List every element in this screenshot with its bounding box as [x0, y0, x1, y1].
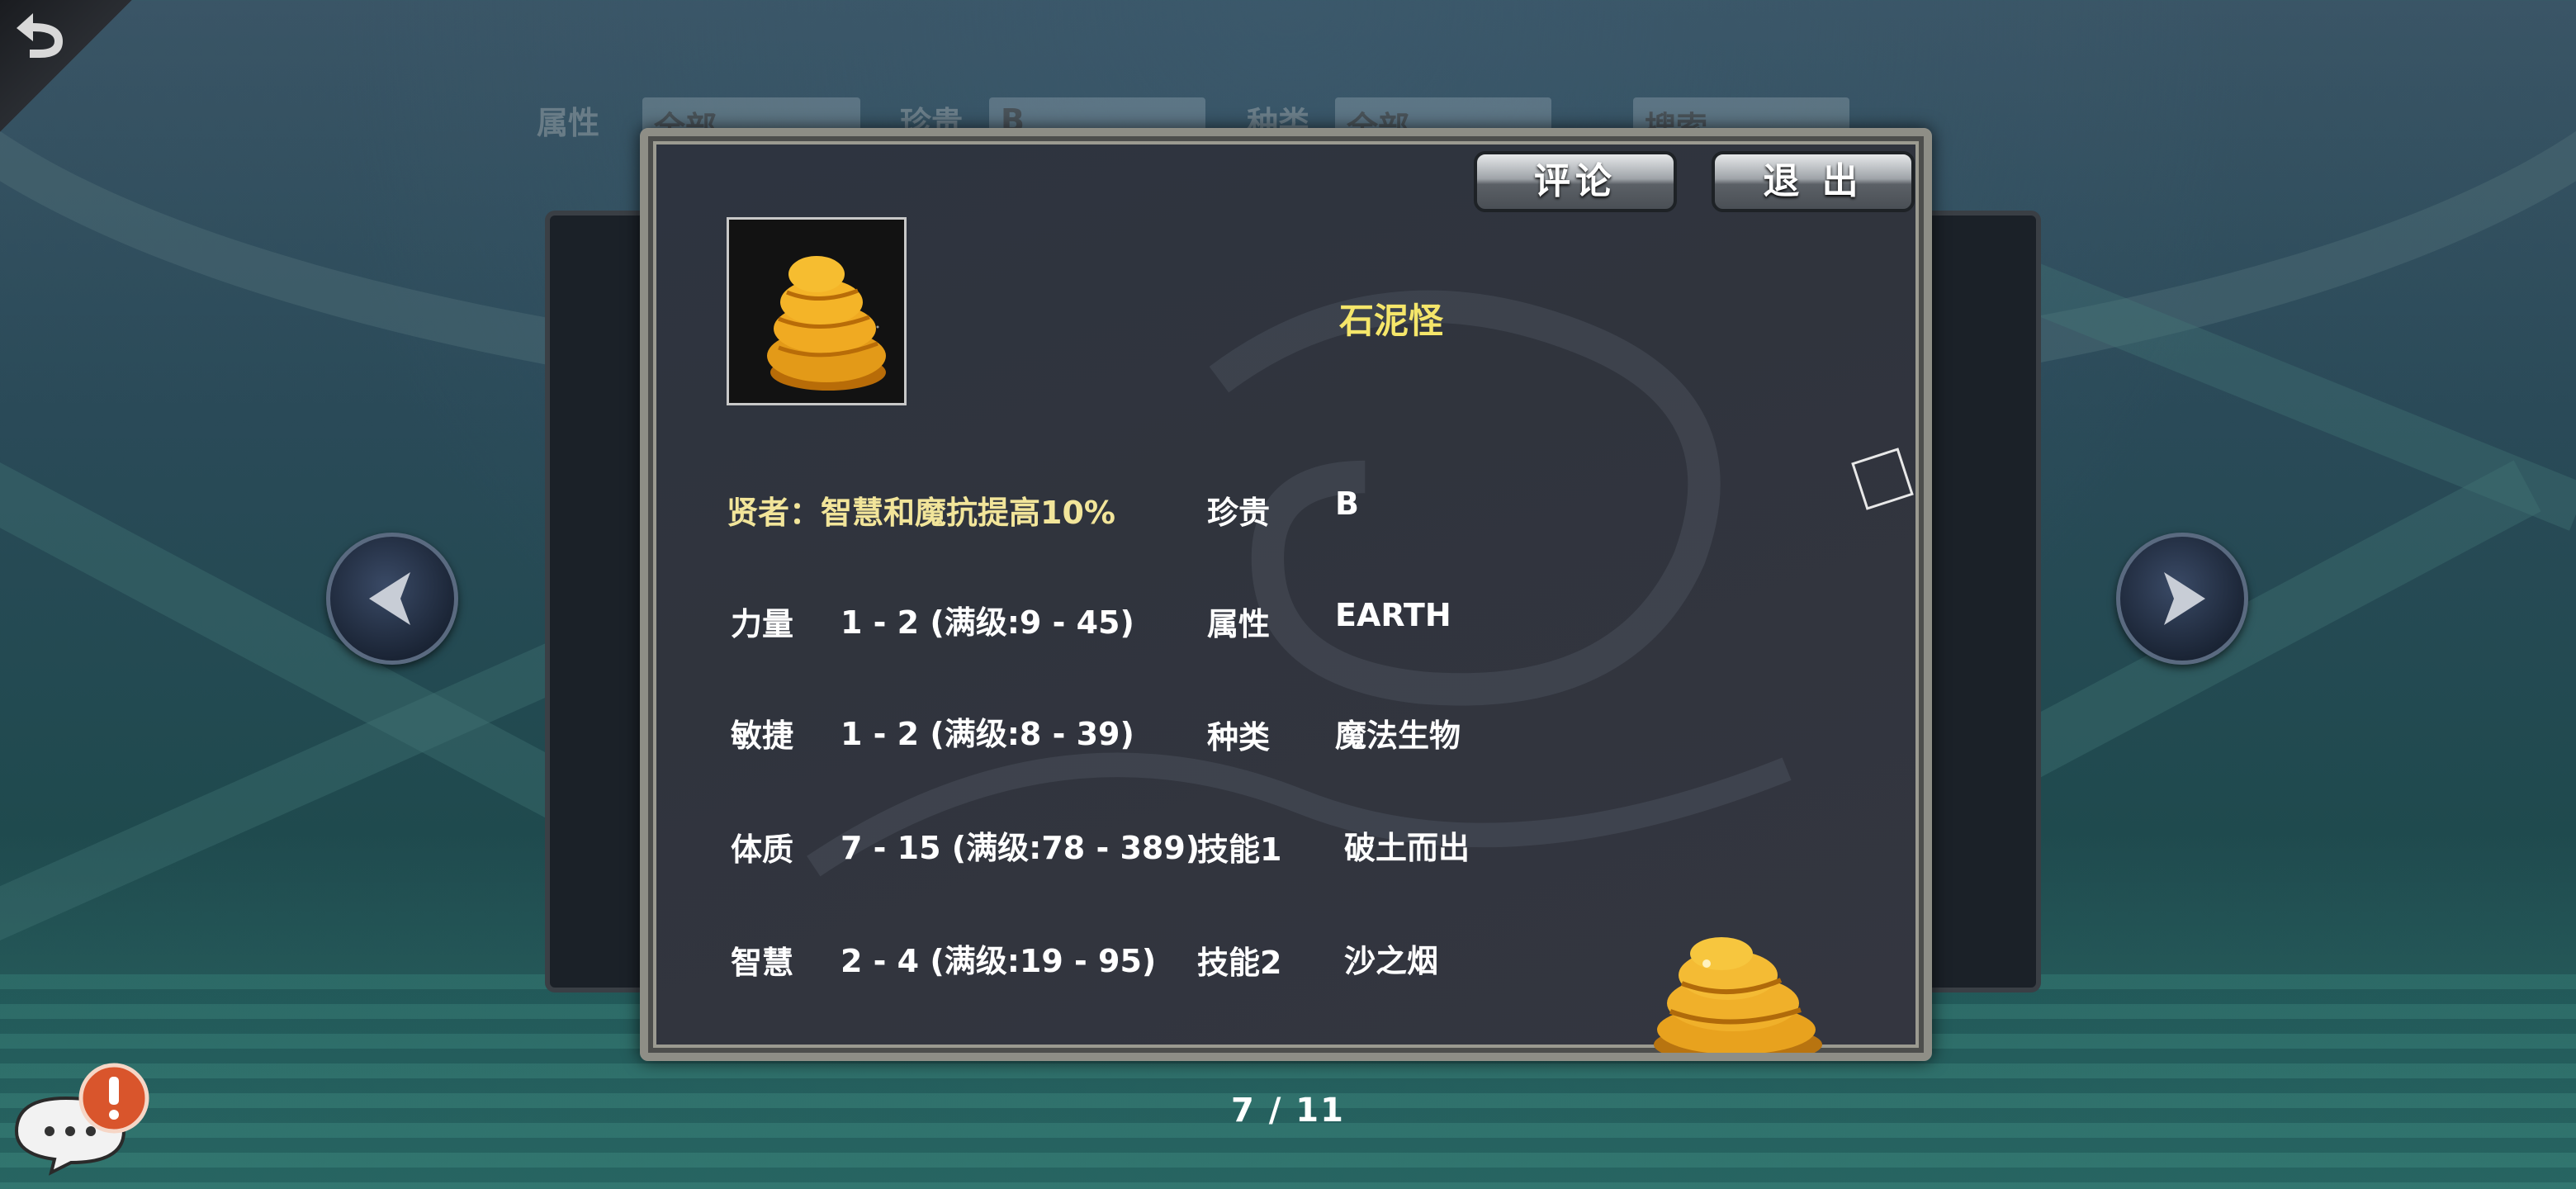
back-button[interactable] [0, 0, 132, 132]
info-value-attribute: EARTH [1335, 597, 1451, 633]
monster-trait: 贤者：智慧和魔抗提高10% [727, 495, 1115, 531]
stat-label-wisdom: 智慧 [731, 945, 794, 981]
stat-value-strength: 1 - 2 (满级:9 - 45) [841, 604, 1134, 641]
chat-bubble-icon [14, 1063, 149, 1176]
stat-value-constitution: 7 - 15 (满级:78 - 389) [841, 830, 1200, 866]
stat-label-constitution: 体质 [731, 831, 794, 868]
stat-label-strength: 力量 [731, 606, 794, 642]
stat-value-wisdom: 2 - 4 (满级:19 - 95) [841, 943, 1157, 979]
monster-detail-dialog: 评论 退 出 石泥怪 贤者：智慧和魔抗提高10% 力量 1 - 2 (满级:9 … [640, 128, 1932, 1061]
info-label-rarity: 珍贵 [1207, 495, 1271, 531]
monster-model [1654, 937, 1822, 1053]
info-label-skill1: 技能1 [1197, 831, 1282, 868]
info-value-type: 魔法生物 [1335, 718, 1461, 754]
info-label-skill2: 技能2 [1197, 945, 1282, 981]
back-arrow-icon [17, 13, 63, 58]
right-arrow-icon [2164, 572, 2205, 625]
info-label-type: 种类 [1207, 719, 1271, 756]
stat-label-agility: 敏捷 [731, 718, 794, 754]
info-value-rarity: B [1335, 486, 1359, 522]
info-value-skill2: 沙之烟 [1344, 943, 1439, 979]
prev-button[interactable] [326, 533, 458, 665]
filter-attribute-label: 属性 [537, 105, 600, 141]
chat-button[interactable] [8, 1057, 157, 1181]
left-arrow-icon [369, 572, 410, 625]
info-label-attribute: 属性 [1207, 606, 1271, 642]
next-button[interactable] [2116, 533, 2248, 665]
info-value-skill1: 破土而出 [1344, 830, 1470, 866]
exclamation-icon [78, 1063, 149, 1134]
comment-button[interactable]: 评论 [1474, 151, 1677, 212]
stat-value-agility: 1 - 2 (满级:8 - 39) [841, 716, 1134, 752]
monster-name: 石泥怪 [1338, 301, 1443, 341]
exit-button[interactable]: 退 出 [1712, 151, 1915, 212]
monster-portrait [727, 217, 907, 405]
page-indicator: 7 / 11 [1231, 1092, 1345, 1130]
